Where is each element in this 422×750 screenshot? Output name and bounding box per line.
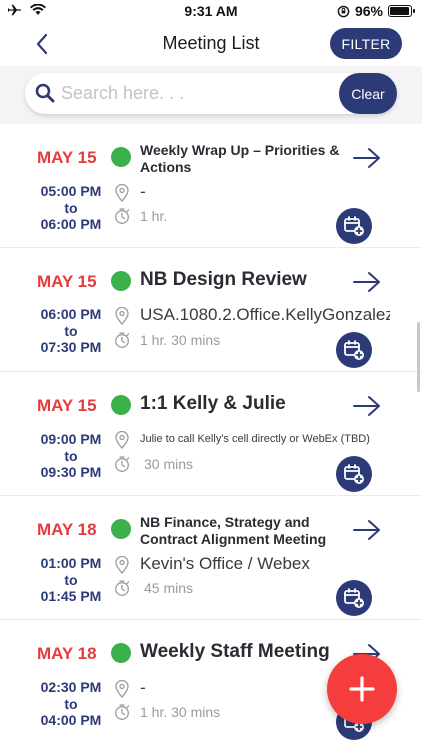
battery-percent: 96%	[354, 3, 383, 19]
status-bar: 9:31 AM 96%	[0, 0, 422, 22]
meeting-duration: 30 mins	[144, 456, 194, 472]
meeting-title: NB Finance, Strategy and Contract Alignm…	[140, 514, 327, 547]
meeting-date: MAY 15	[37, 396, 97, 415]
meeting-start-time: 02:30 PM	[40, 679, 102, 695]
add-to-calendar-button[interactable]	[336, 456, 372, 492]
arrow-right-icon[interactable]	[352, 270, 382, 294]
arrow-right-icon[interactable]	[352, 518, 382, 542]
meeting-start-time: 09:00 PM	[40, 431, 102, 447]
arrow-right-icon[interactable]	[352, 394, 382, 418]
meeting-date: MAY 15	[37, 148, 97, 167]
status-dot	[111, 643, 131, 663]
meeting-end-time: 09:30 PM	[40, 464, 102, 480]
meeting-title: 1:1 Kelly & Julie	[140, 393, 286, 414]
meeting-row[interactable]: MAY 15 Weekly Wrap Up – Priorities & Act…	[0, 124, 422, 248]
timer-icon	[115, 456, 130, 472]
add-to-calendar-button[interactable]	[336, 208, 372, 244]
status-dot	[111, 395, 131, 415]
timer-icon	[115, 580, 130, 596]
meeting-start-time: 05:00 PM	[40, 183, 102, 199]
meeting-location: USA.1080.2.Office.KellyGonzalez	[140, 305, 390, 324]
scrollbar-thumb[interactable]	[417, 322, 420, 392]
orientation-lock-icon	[337, 5, 350, 17]
meeting-duration: 1 hr.	[140, 208, 168, 224]
timer-icon	[115, 208, 130, 224]
meeting-duration: 45 mins	[144, 580, 194, 596]
meeting-end-time: 06:00 PM	[40, 216, 102, 232]
meeting-title: Weekly Wrap Up – Priorities & Actions	[140, 142, 340, 175]
timer-icon	[115, 332, 130, 348]
clear-button[interactable]: Clear	[339, 73, 397, 114]
battery-fill	[390, 7, 410, 15]
calendar-add-icon	[344, 216, 364, 236]
meeting-date: MAY 18	[37, 520, 97, 539]
location-pin-icon	[115, 307, 129, 325]
meeting-end-time: 01:45 PM	[40, 588, 102, 604]
meeting-duration: 1 hr. 30 mins	[140, 704, 221, 720]
meeting-date: MAY 15	[37, 272, 97, 291]
meeting-location: Kevin's Office / Webex	[140, 554, 310, 573]
meeting-location: -	[140, 182, 146, 201]
meeting-row[interactable]: MAY 15 1:1 Kelly & Julie 09:00 PM to 09:…	[0, 372, 422, 496]
search-bar: Clear	[0, 66, 422, 124]
meeting-title: NB Design Review	[140, 269, 307, 290]
status-dot	[111, 271, 131, 291]
meeting-title: Weekly Staff Meeting	[140, 641, 330, 662]
timer-icon	[115, 704, 130, 720]
meeting-date: MAY 18	[37, 644, 97, 663]
calendar-add-icon	[344, 340, 364, 360]
meeting-end-time: 07:30 PM	[40, 339, 102, 355]
arrow-right-icon[interactable]	[352, 146, 382, 170]
meeting-row[interactable]: MAY 15 NB Design Review 06:00 PM to 07:3…	[0, 248, 422, 372]
plus-icon	[349, 676, 375, 702]
meeting-row[interactable]: MAY 18 NB Finance, Strategy and Contract…	[0, 496, 422, 620]
nav-bar: Meeting List FILTER	[0, 22, 422, 66]
location-pin-icon	[115, 184, 129, 202]
location-pin-icon	[115, 556, 129, 574]
meeting-duration: 1 hr. 30 mins	[140, 332, 221, 348]
calendar-add-icon	[344, 588, 364, 608]
location-pin-icon	[115, 431, 129, 449]
status-dot	[111, 519, 131, 539]
location-pin-icon	[115, 680, 129, 698]
search-input[interactable]	[61, 73, 361, 114]
search-box: Clear	[25, 73, 397, 114]
add-meeting-button[interactable]	[327, 654, 397, 724]
calendar-add-icon	[344, 464, 364, 484]
add-to-calendar-button[interactable]	[336, 332, 372, 368]
status-dot	[111, 147, 131, 167]
meeting-start-time: 01:00 PM	[40, 555, 102, 571]
search-icon	[35, 83, 55, 103]
status-right: 96%	[337, 3, 415, 19]
meeting-end-time: 04:00 PM	[40, 712, 102, 728]
battery-icon	[388, 5, 415, 17]
add-to-calendar-button[interactable]	[336, 580, 372, 616]
meeting-start-time: 06:00 PM	[40, 306, 102, 322]
meeting-location: Julie to call Kelly's cell directly or W…	[140, 433, 370, 445]
filter-button[interactable]: FILTER	[330, 28, 402, 59]
